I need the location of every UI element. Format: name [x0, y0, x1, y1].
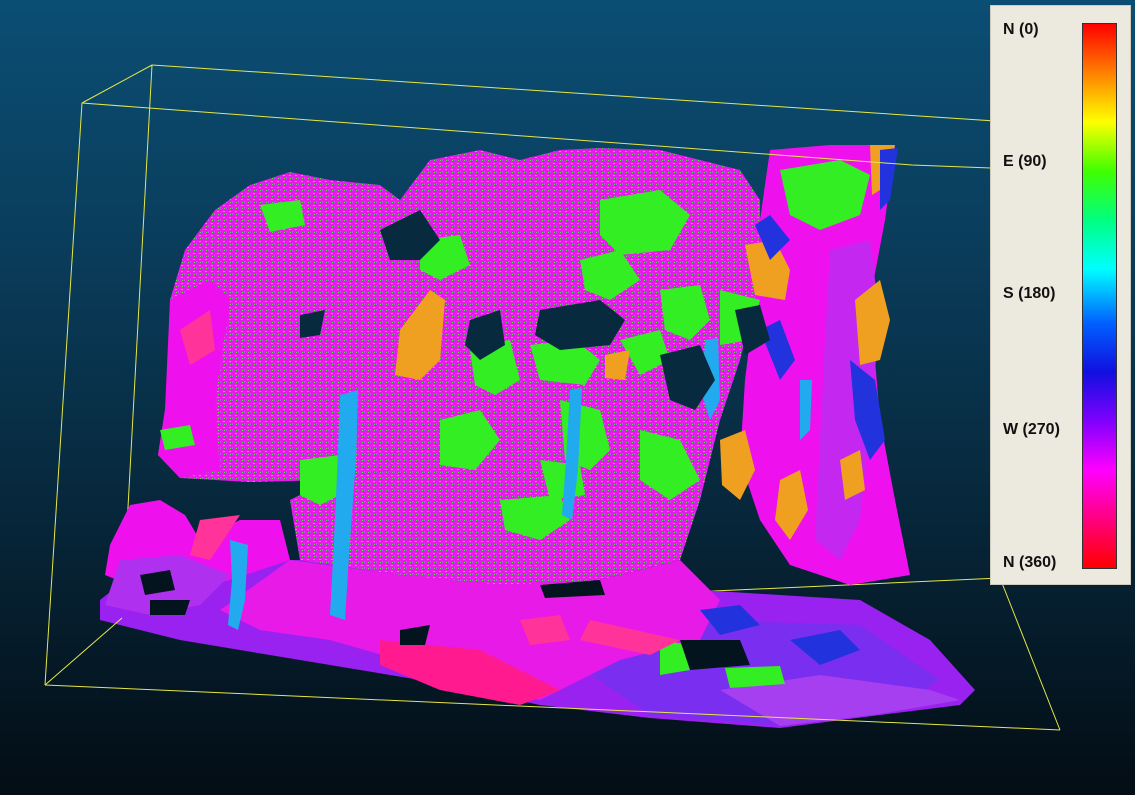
legend-label-east-90: E (90)	[1003, 153, 1047, 170]
3d-viewport[interactable]: N (0) E (90) S (180) W (270) N (360)	[0, 0, 1135, 795]
legend-label-west-270: W (270)	[1003, 421, 1060, 438]
point-cloud-scene[interactable]	[0, 0, 1135, 795]
legend-label-north-0: N (0)	[1003, 21, 1039, 38]
color-scale-legend: N (0) E (90) S (180) W (270) N (360)	[990, 5, 1131, 585]
point-cloud	[100, 145, 975, 728]
legend-label-north-360: N (360)	[1003, 554, 1057, 571]
legend-label-south-180: S (180)	[1003, 285, 1056, 302]
color-ramp-bar	[1082, 23, 1117, 569]
